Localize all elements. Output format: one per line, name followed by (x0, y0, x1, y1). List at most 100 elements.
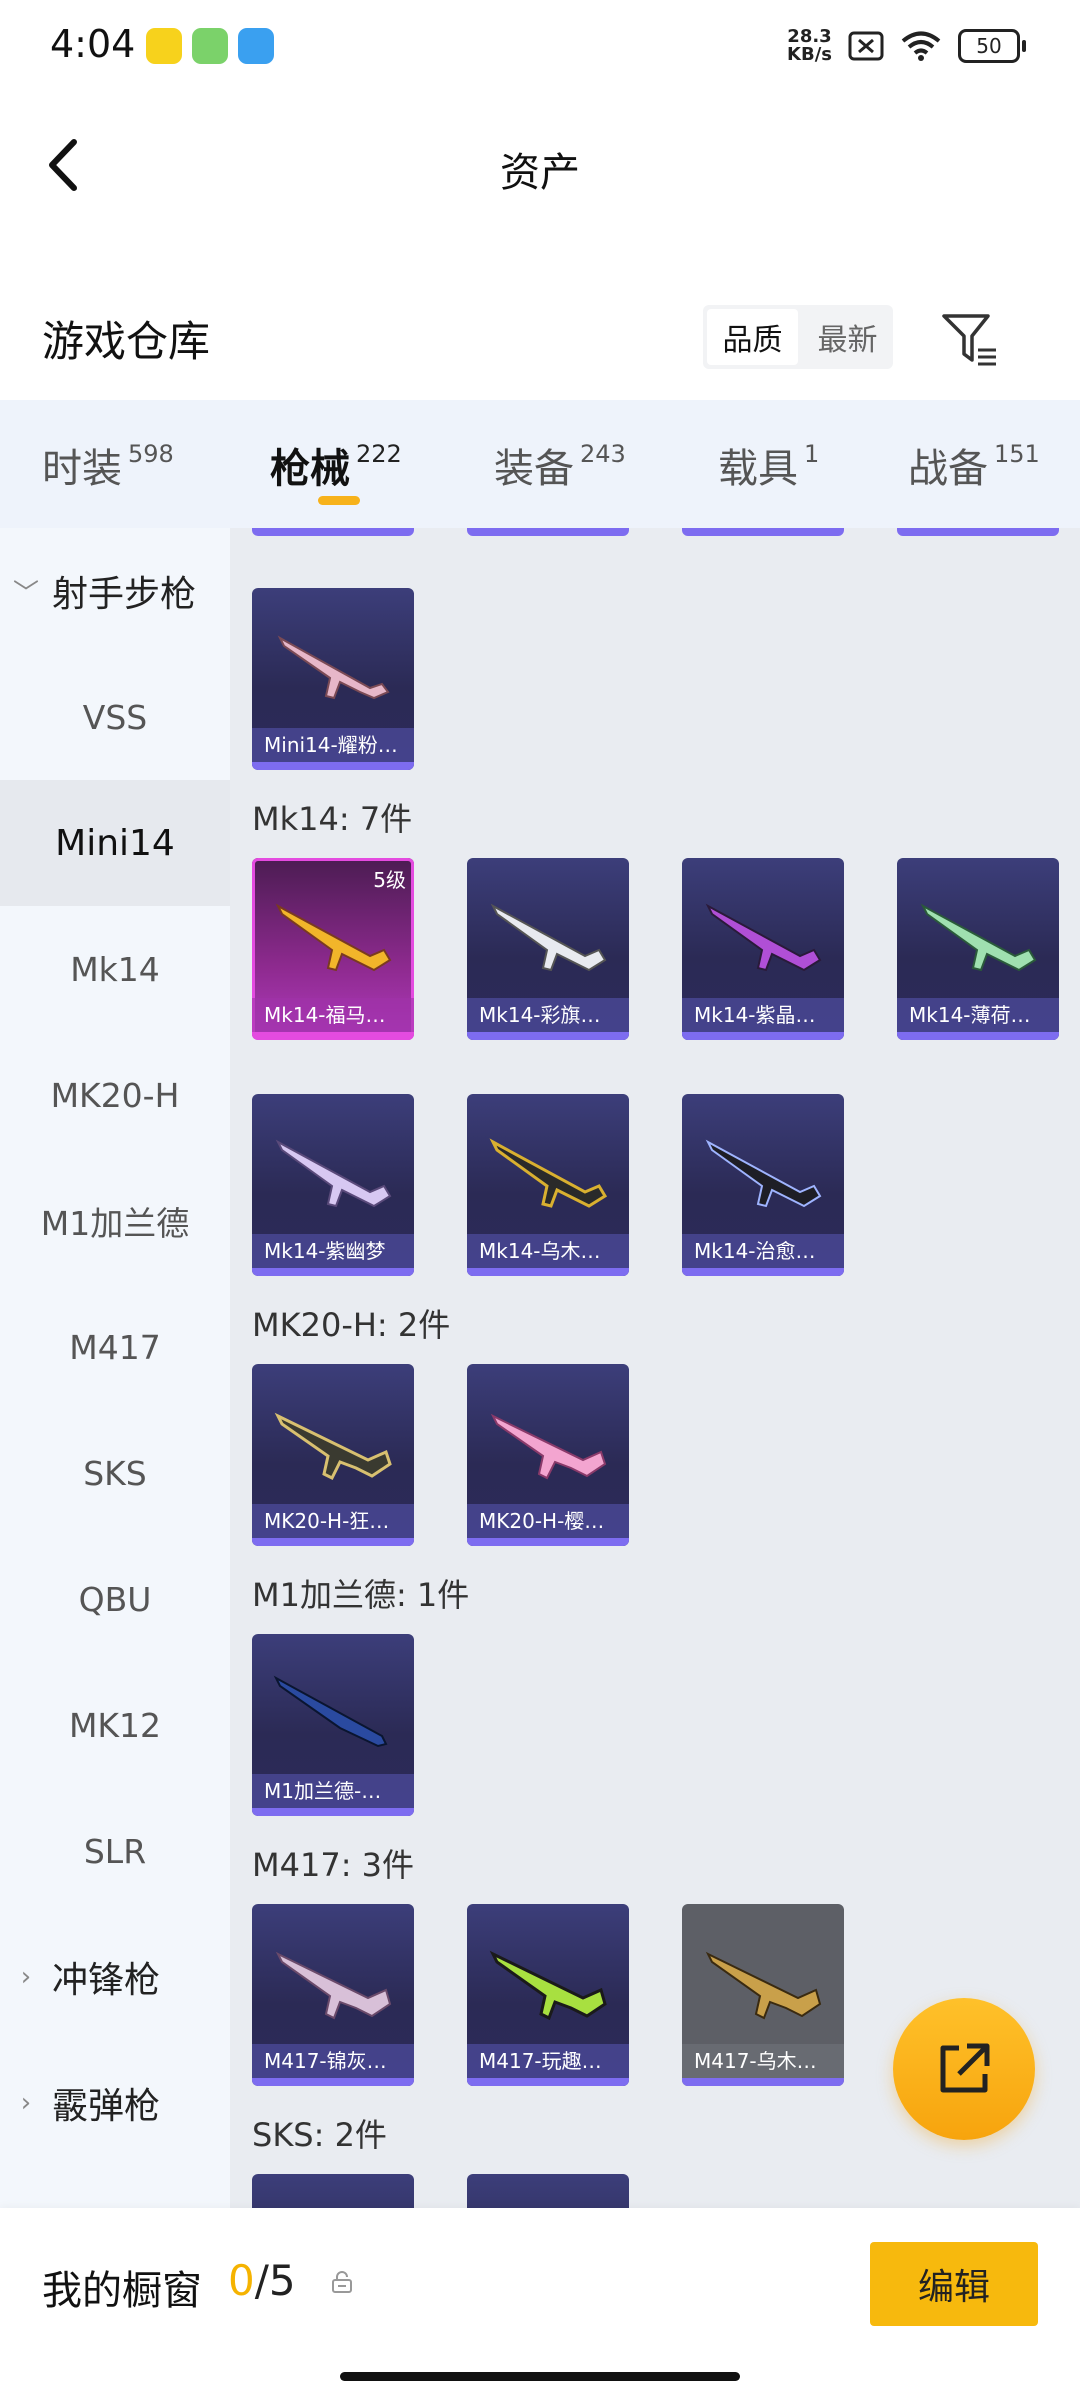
share-button[interactable] (893, 1998, 1035, 2140)
rifle-icon (705, 903, 822, 972)
section-header-m417: M417: 3件 (252, 1846, 415, 1884)
sort-latest-button[interactable]: 最新 (802, 305, 893, 369)
no-sim-icon (848, 31, 884, 61)
rifle-icon (275, 903, 392, 972)
filter-icon[interactable] (940, 310, 1000, 370)
sidebar-item-qbu[interactable]: QBU (0, 1536, 230, 1662)
card-bottom-edge (682, 528, 844, 536)
rifle-icon (273, 1675, 388, 1748)
section-header-sks: SKS: 2件 (252, 2116, 387, 2154)
rarity-bar (252, 1808, 414, 1816)
sidebar-item-m417[interactable]: M417 (0, 1284, 230, 1410)
tab-guns[interactable]: 枪械 222 (270, 436, 402, 494)
battery-indicator: 50 (958, 29, 1026, 63)
showcase-count: 0/5 (228, 2256, 296, 2305)
rarity-bar (252, 1032, 414, 1040)
rifle-icon (489, 1138, 608, 1208)
skin-name: Mk14-福马… (252, 998, 414, 1032)
showcase-max: 5 (268, 2256, 296, 2305)
skin-name: Mk14-薄荷… (897, 998, 1059, 1032)
skin-card[interactable]: Mk14-彩旗… (467, 858, 629, 1040)
skin-card[interactable]: Mk14-治愈… (682, 1094, 844, 1276)
skin-card[interactable]: M1加兰德-… (252, 1634, 414, 1816)
card-bottom-edge (897, 528, 1059, 536)
skin-card[interactable]: M417-乌木… (682, 1904, 844, 2086)
skin-name: Mk14-乌木… (467, 1234, 629, 1268)
sidebar-group-marksman-rifle[interactable]: ﹀ 射手步枪 (0, 528, 230, 654)
tab-guns-label: 枪械 (270, 446, 350, 492)
tab-fashion-label: 时装 (42, 446, 122, 492)
sort-quality-button[interactable]: 品质 (707, 309, 798, 365)
rifle-icon (274, 1412, 392, 1481)
net-speed: 28.3 KB/s (787, 28, 832, 64)
rarity-bar (252, 1538, 414, 1546)
rifle-icon (705, 1139, 822, 1208)
edit-button[interactable]: 编辑 (870, 2242, 1038, 2326)
rarity-bar (467, 2078, 629, 2086)
chevron-right-icon: › (20, 2088, 32, 2118)
card-bottom-edge (252, 528, 414, 536)
tab-vehicles-count: 1 (804, 440, 820, 468)
tab-vehicles[interactable]: 载具 1 (718, 436, 819, 494)
skin-name: Mk14-彩旗… (467, 998, 629, 1032)
tab-equipment-label: 装备 (494, 446, 574, 492)
sidebar-group-label: 冲锋枪 (52, 1960, 161, 2001)
sidebar-item-mk20h[interactable]: MK20-H (0, 1032, 230, 1158)
skin-card[interactable]: M417-锦灰… (252, 1904, 414, 2086)
skin-card[interactable]: MK20-H-樱… (467, 1364, 629, 1546)
category-tabs: 时装 598 枪械 222 装备 243 载具 1 战备 151 (0, 400, 1080, 528)
weapon-sidebar: ﹀ 射手步枪 VSS Mini14 Mk14 MK20-H M1加兰德 M417 … (0, 528, 230, 2208)
sidebar-item-mini14[interactable]: Mini14 (0, 780, 230, 906)
rifle-icon (920, 903, 1037, 972)
sidebar-group-shotgun[interactable]: › 霰弹枪 (0, 2040, 230, 2166)
sidebar-item-mk14[interactable]: Mk14 (0, 906, 230, 1032)
skin-card[interactable]: Mini14-耀粉… (252, 588, 414, 770)
skin-name: MK20-H-樱… (467, 1504, 629, 1538)
status-time: 4:04 (50, 22, 136, 66)
skin-card[interactable]: Mk14-紫幽梦 (252, 1094, 414, 1276)
skin-card[interactable]: M417-玩趣… (467, 1904, 629, 2086)
sidebar-item-sks[interactable]: SKS (0, 1410, 230, 1536)
sidebar-item-vss[interactable]: VSS (0, 654, 230, 780)
skin-name: MK20-H-狂… (252, 1504, 414, 1538)
sidebar-item-mk12[interactable]: MK12 (0, 1662, 230, 1788)
skin-card[interactable] (467, 2174, 629, 2208)
rifle-icon (490, 1413, 607, 1480)
sidebar-item-m1-garand[interactable]: M1加兰德 (0, 1158, 230, 1284)
lock-icon (332, 2271, 352, 2293)
sidebar-item-slr[interactable]: SLR (0, 1788, 230, 1914)
sidebar-group-smg[interactable]: › 冲锋枪 (0, 1914, 230, 2040)
tab-fashion-count: 598 (128, 440, 174, 468)
status-bar: 4:04 28.3 KB/s 50 (0, 0, 1080, 92)
skin-name: M417-乌木… (682, 2044, 844, 2078)
tab-battle-gear-label: 战备 (908, 446, 988, 492)
showcase-current: 0 (228, 2256, 255, 2305)
sidebar-group-label: 霰弹枪 (52, 2086, 161, 2127)
tab-equipment[interactable]: 装备 243 (494, 436, 626, 494)
rarity-bar (682, 1268, 844, 1276)
rifle-icon (277, 635, 390, 700)
notification-app-icon-green (192, 28, 228, 64)
sidebar-group-label: 射手步枪 (52, 574, 197, 615)
net-speed-unit: KB/s (787, 44, 832, 65)
skin-card[interactable] (252, 2174, 414, 2208)
rarity-bar (467, 1538, 629, 1546)
skin-card[interactable]: Mk14-乌木… (467, 1094, 629, 1276)
home-indicator[interactable] (340, 2372, 740, 2381)
rarity-bar (897, 1032, 1059, 1040)
tab-equipment-count: 243 (580, 440, 626, 468)
skin-card[interactable]: Mk14-紫晶… (682, 858, 844, 1040)
skin-name: Mk14-紫晶… (682, 998, 844, 1032)
nav-bar: 资产 (0, 110, 1080, 220)
skin-card[interactable]: MK20-H-狂… (252, 1364, 414, 1546)
rarity-bar (252, 1268, 414, 1276)
warehouse-title: 游戏仓库 (42, 317, 211, 366)
tab-fashion[interactable]: 时装 598 (42, 436, 174, 494)
skin-card[interactable]: Mk14-薄荷… (897, 858, 1059, 1040)
tab-battle-gear[interactable]: 战备 151 (908, 436, 1040, 494)
rarity-bar (467, 1032, 629, 1040)
status-right: 28.3 KB/s 50 (787, 28, 1026, 64)
skin-card[interactable]: 5级 Mk14-福马… (252, 858, 414, 1040)
skin-name: M417-玩趣… (467, 2044, 629, 2078)
tab-battle-gear-count: 151 (994, 440, 1040, 468)
